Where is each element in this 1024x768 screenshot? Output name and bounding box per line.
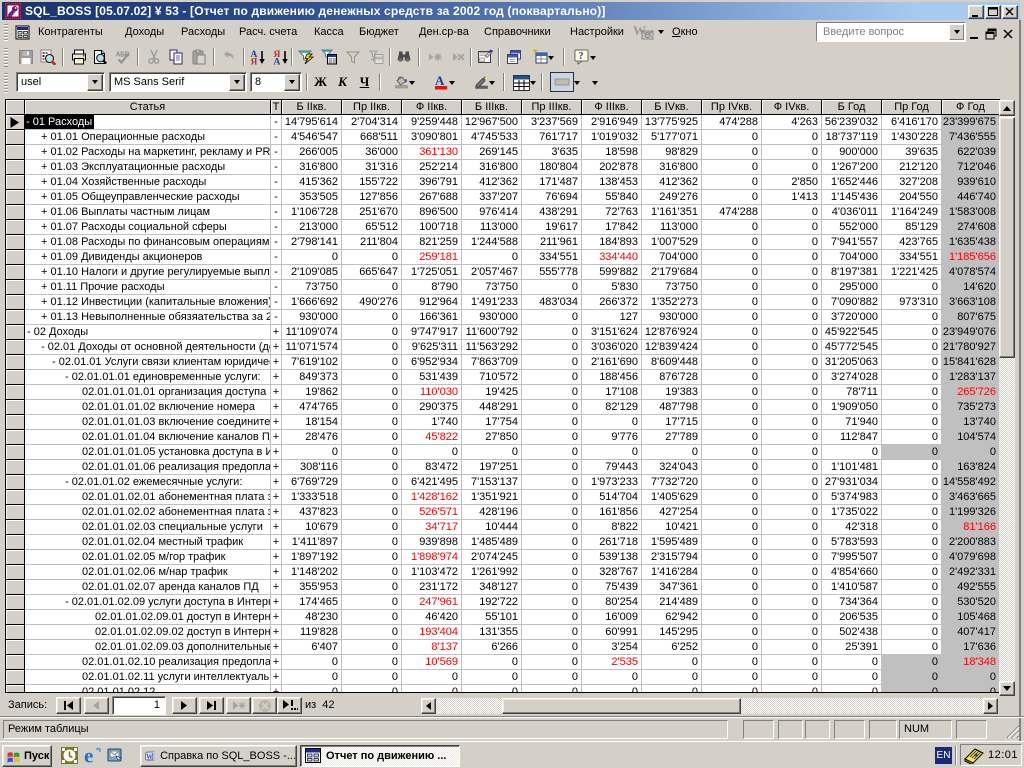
svg-text:А: А [435,74,445,88]
svg-text:А: А [273,58,280,66]
svg-text:e: e [84,747,93,764]
svg-text:?: ? [578,51,583,62]
svg-text:W: W [146,754,153,761]
svg-text:Я: Я [250,58,257,66]
